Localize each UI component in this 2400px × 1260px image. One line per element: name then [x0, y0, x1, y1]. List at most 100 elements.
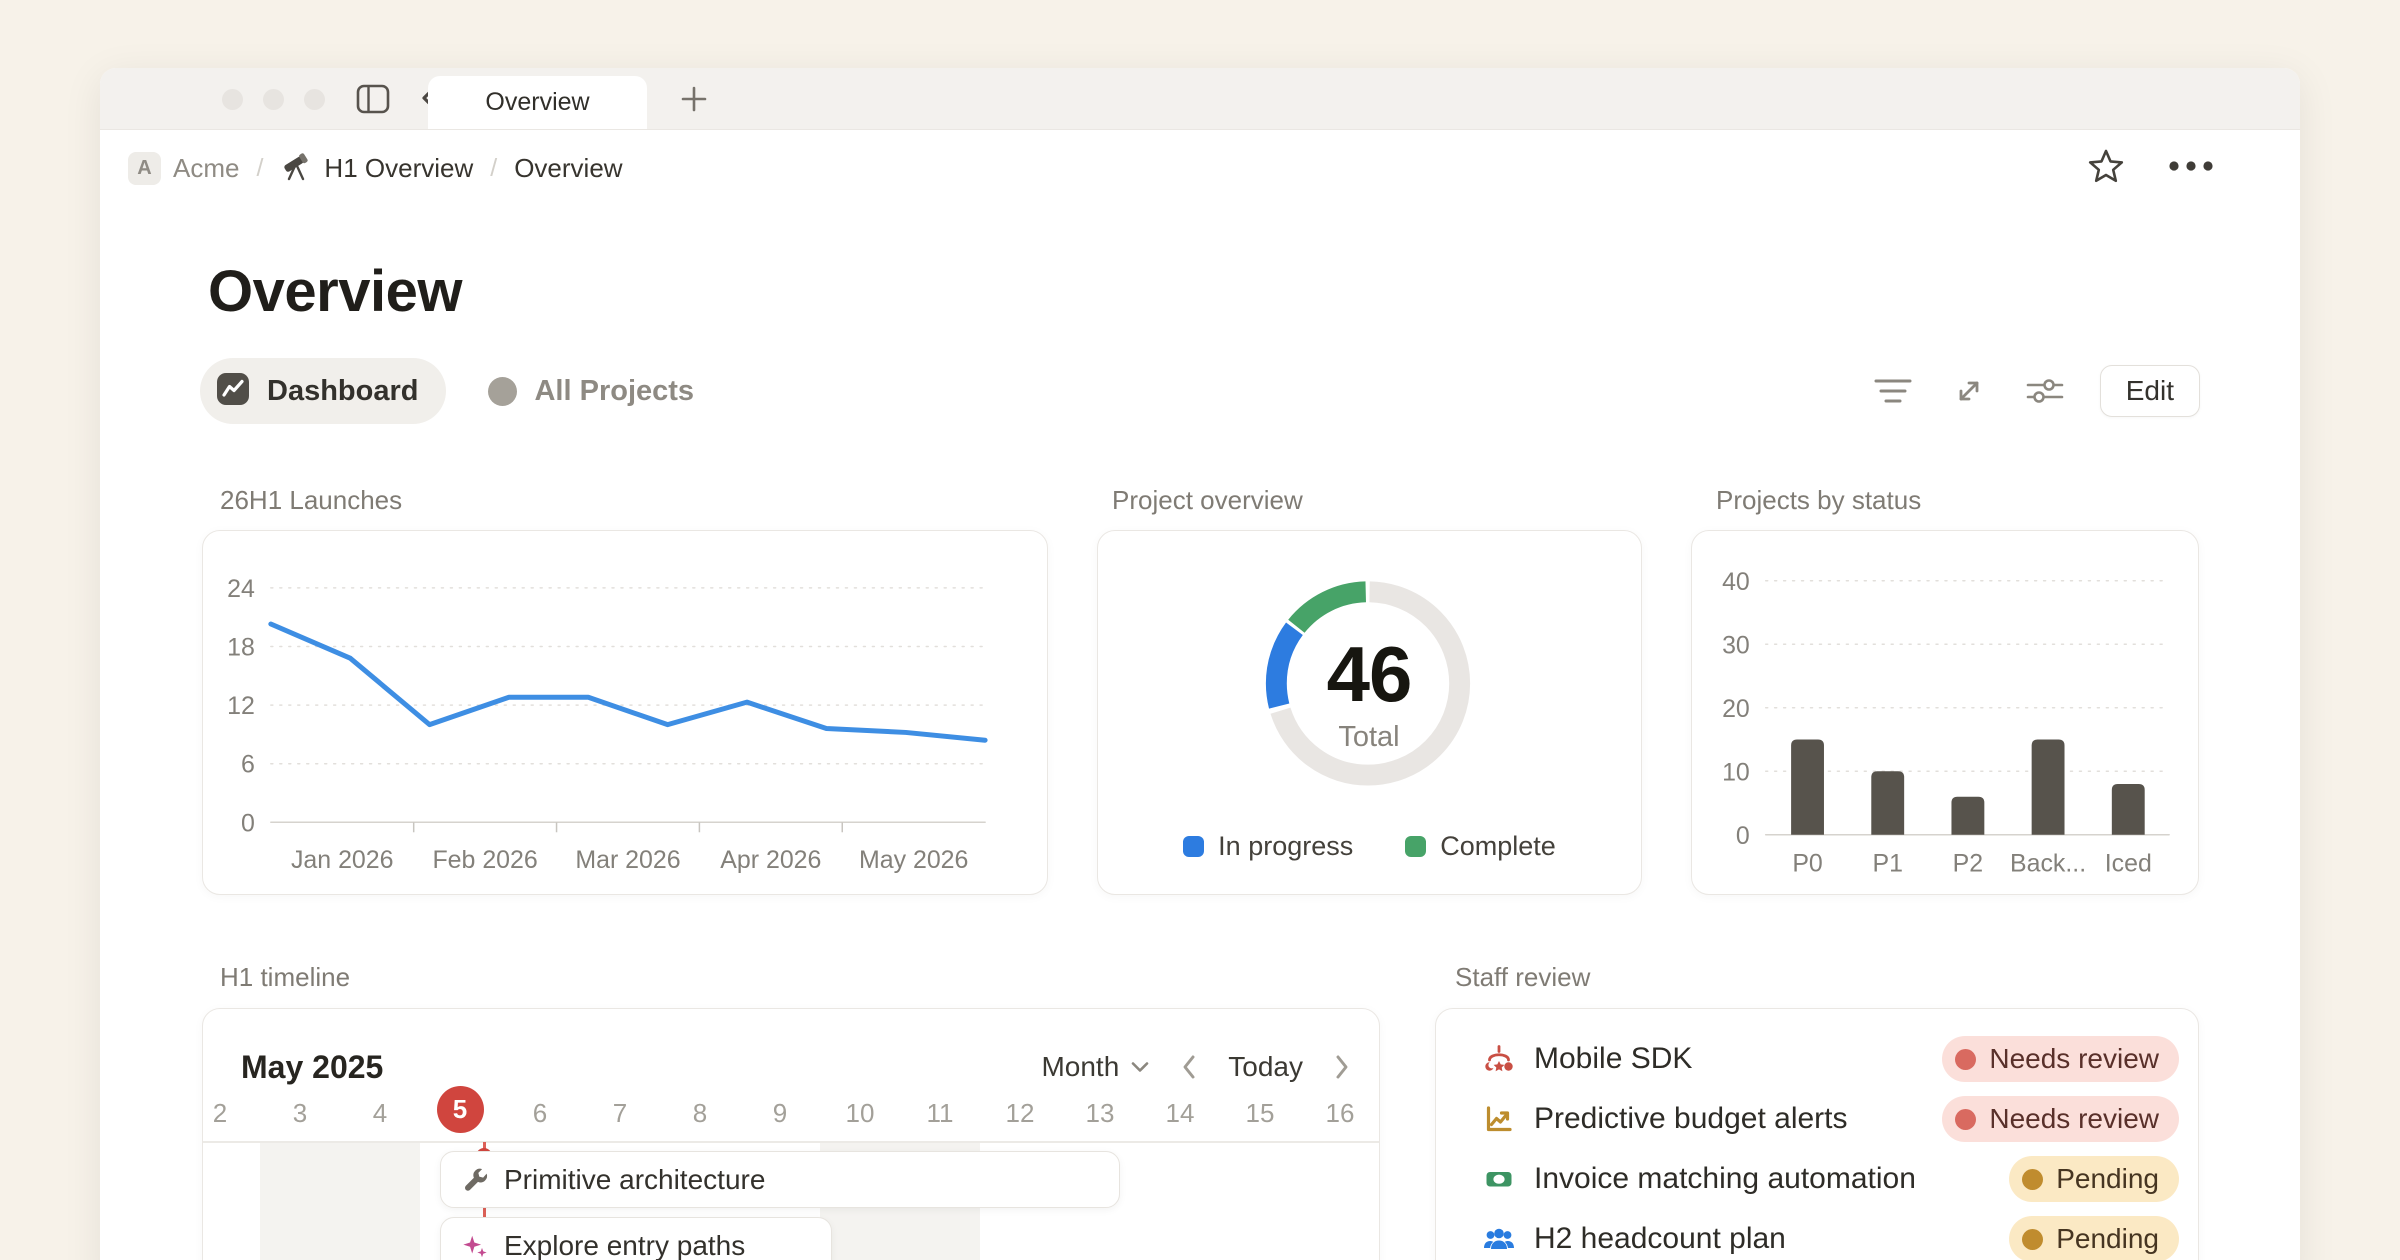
dashboard-tab-label: Dashboard — [267, 375, 418, 408]
timeline-day[interactable]: 9 — [740, 1095, 820, 1131]
filter-icon[interactable] — [1872, 370, 1914, 412]
window-minimize-button[interactable] — [263, 89, 284, 110]
legend-label-in-progress: In progress — [1218, 831, 1353, 862]
breadcrumb: A Acme / H1 Overview / Overview — [100, 130, 2300, 206]
page-dot-icon — [488, 377, 517, 406]
timeline-task-bar[interactable]: Primitive architecture — [440, 1151, 1120, 1208]
timeline-day[interactable]: 12 — [980, 1095, 1060, 1131]
staff-review-row[interactable]: H2 headcount planPending — [1482, 1209, 2179, 1260]
people-icon — [1482, 1222, 1516, 1256]
window-close-button[interactable] — [222, 89, 243, 110]
edit-button[interactable]: Edit — [2100, 365, 2200, 417]
timeline-day[interactable]: 6 — [500, 1095, 580, 1131]
svg-text:30: 30 — [1722, 631, 1750, 659]
h1-timeline-card: May 2025 Month Today 2345678910111213141… — [202, 1008, 1380, 1260]
timeline-prev-icon[interactable] — [1180, 1053, 1198, 1081]
favorite-star-icon[interactable] — [2086, 146, 2126, 191]
sidebar-toggle-icon[interactable] — [356, 84, 390, 114]
banknote-icon — [1482, 1162, 1516, 1196]
svg-text:Apr 2026: Apr 2026 — [720, 846, 821, 874]
projects-by-status-bar-chart-card: 403020100P0P1P2Back...Iced — [1691, 530, 2199, 895]
card-title-projects-by-status: Projects by status — [1716, 485, 1921, 516]
staff-review-row[interactable]: Invoice matching automationPending — [1482, 1149, 2179, 1209]
card-title-staff-review: Staff review — [1455, 962, 1590, 993]
svg-text:6: 6 — [241, 751, 255, 779]
new-tab-icon[interactable] — [674, 84, 714, 114]
timeline-day[interactable]: 15 — [1220, 1095, 1300, 1131]
breadcrumb-parent-label: H1 Overview — [324, 153, 473, 184]
svg-text:18: 18 — [227, 633, 255, 661]
legend-item-complete: Complete — [1405, 831, 1556, 862]
timeline-divider — [203, 1141, 1379, 1143]
all-projects-tab-label: All Projects — [534, 375, 694, 408]
telescope-icon — [280, 149, 312, 188]
card-title-launches: 26H1 Launches — [220, 485, 402, 516]
breadcrumb-item-acme[interactable]: A Acme — [128, 152, 239, 185]
timeline-next-icon[interactable] — [1333, 1053, 1351, 1081]
svg-text:P1: P1 — [1872, 850, 1902, 878]
workspace-badge: A — [128, 152, 161, 185]
staff-review-card: Mobile SDKNeeds reviewPredictive budget … — [1435, 1008, 2199, 1260]
donut-legend: In progress Complete — [1098, 831, 1641, 862]
timeline-day[interactable]: 13 — [1060, 1095, 1140, 1131]
timeline-task-bar[interactable]: Explore entry paths — [440, 1217, 832, 1260]
legend-swatch-complete — [1405, 836, 1426, 857]
launches-line-chart: 24181260Jan 2026Feb 2026Mar 2026Apr 2026… — [203, 531, 1047, 895]
tab-all-projects[interactable]: All Projects — [488, 375, 694, 408]
svg-text:12: 12 — [227, 692, 255, 720]
status-label: Needs review — [1989, 1103, 2159, 1135]
donut-total-value: 46 — [1249, 629, 1489, 720]
timeline-day[interactable]: 7 — [580, 1095, 660, 1131]
staff-review-row[interactable]: Predictive budget alertsNeeds review — [1482, 1089, 2179, 1149]
project-overview-donut-card: 46 Total In progress Complete — [1097, 530, 1642, 895]
timeline-day[interactable]: 4 — [340, 1095, 420, 1131]
projects-by-status-bar-chart: 403020100P0P1P2Back...Iced — [1692, 531, 2198, 895]
svg-text:Back...: Back... — [2010, 850, 2086, 878]
task-title: Explore entry paths — [504, 1230, 745, 1260]
breadcrumb-current-label[interactable]: Overview — [514, 153, 622, 184]
chart-increasing-icon — [1482, 1102, 1516, 1136]
svg-text:Iced: Iced — [2105, 850, 2152, 878]
timeline-controls: Month Today — [1041, 1051, 1351, 1083]
breadcrumb-items: A Acme / H1 Overview / Overview — [128, 149, 623, 188]
task-title: Primitive architecture — [504, 1164, 765, 1196]
breadcrumb-separator: / — [254, 154, 265, 183]
timeline-day[interactable]: 14 — [1140, 1095, 1220, 1131]
svg-text:Mar 2026: Mar 2026 — [575, 846, 680, 874]
svg-text:P2: P2 — [1953, 850, 1983, 878]
status-badge[interactable]: Pending — [2009, 1156, 2179, 1202]
timeline-day[interactable]: 10 — [820, 1095, 900, 1131]
svg-text:Feb 2026: Feb 2026 — [432, 846, 537, 874]
tab-overview[interactable]: Overview — [428, 76, 647, 129]
timeline-day[interactable]: 2 — [202, 1095, 260, 1131]
timeline-day[interactable]: 8 — [660, 1095, 740, 1131]
page-title: Overview — [208, 258, 462, 325]
expand-icon[interactable] — [1948, 370, 1990, 412]
svg-text:May 2026: May 2026 — [859, 846, 968, 874]
timeline-day-selected[interactable]: 5 — [437, 1086, 484, 1133]
legend-label-complete: Complete — [1440, 831, 1556, 862]
svg-text:24: 24 — [227, 575, 255, 603]
breadcrumb-actions — [2086, 146, 2214, 191]
timeline-day[interactable]: 11 — [900, 1095, 980, 1131]
timeline-today-button[interactable]: Today — [1228, 1051, 1303, 1083]
breadcrumb-item-h1-overview[interactable]: H1 Overview — [280, 149, 473, 188]
staff-review-row[interactable]: Mobile SDKNeeds review — [1482, 1029, 2179, 1089]
tune-settings-icon[interactable] — [2024, 370, 2066, 412]
card-title-h1-timeline: H1 timeline — [220, 962, 350, 993]
tab-dashboard[interactable]: Dashboard — [200, 358, 446, 424]
weekend-shading — [260, 1142, 420, 1260]
window-zoom-button[interactable] — [304, 89, 325, 110]
status-dot-icon — [1955, 1049, 1976, 1070]
status-dot-icon — [2022, 1229, 2043, 1250]
status-badge[interactable]: Needs review — [1942, 1096, 2179, 1142]
legend-swatch-in-progress — [1183, 836, 1204, 857]
breadcrumb-workspace-label: Acme — [173, 153, 239, 184]
timeline-day[interactable]: 3 — [260, 1095, 340, 1131]
more-options-icon[interactable] — [2168, 159, 2214, 177]
status-badge[interactable]: Pending — [2009, 1216, 2179, 1260]
timeline-day[interactable]: 16 — [1300, 1095, 1380, 1131]
timeline-view-dropdown[interactable]: Month — [1041, 1051, 1150, 1083]
status-badge[interactable]: Needs review — [1942, 1036, 2179, 1082]
wrench-icon — [461, 1166, 489, 1194]
